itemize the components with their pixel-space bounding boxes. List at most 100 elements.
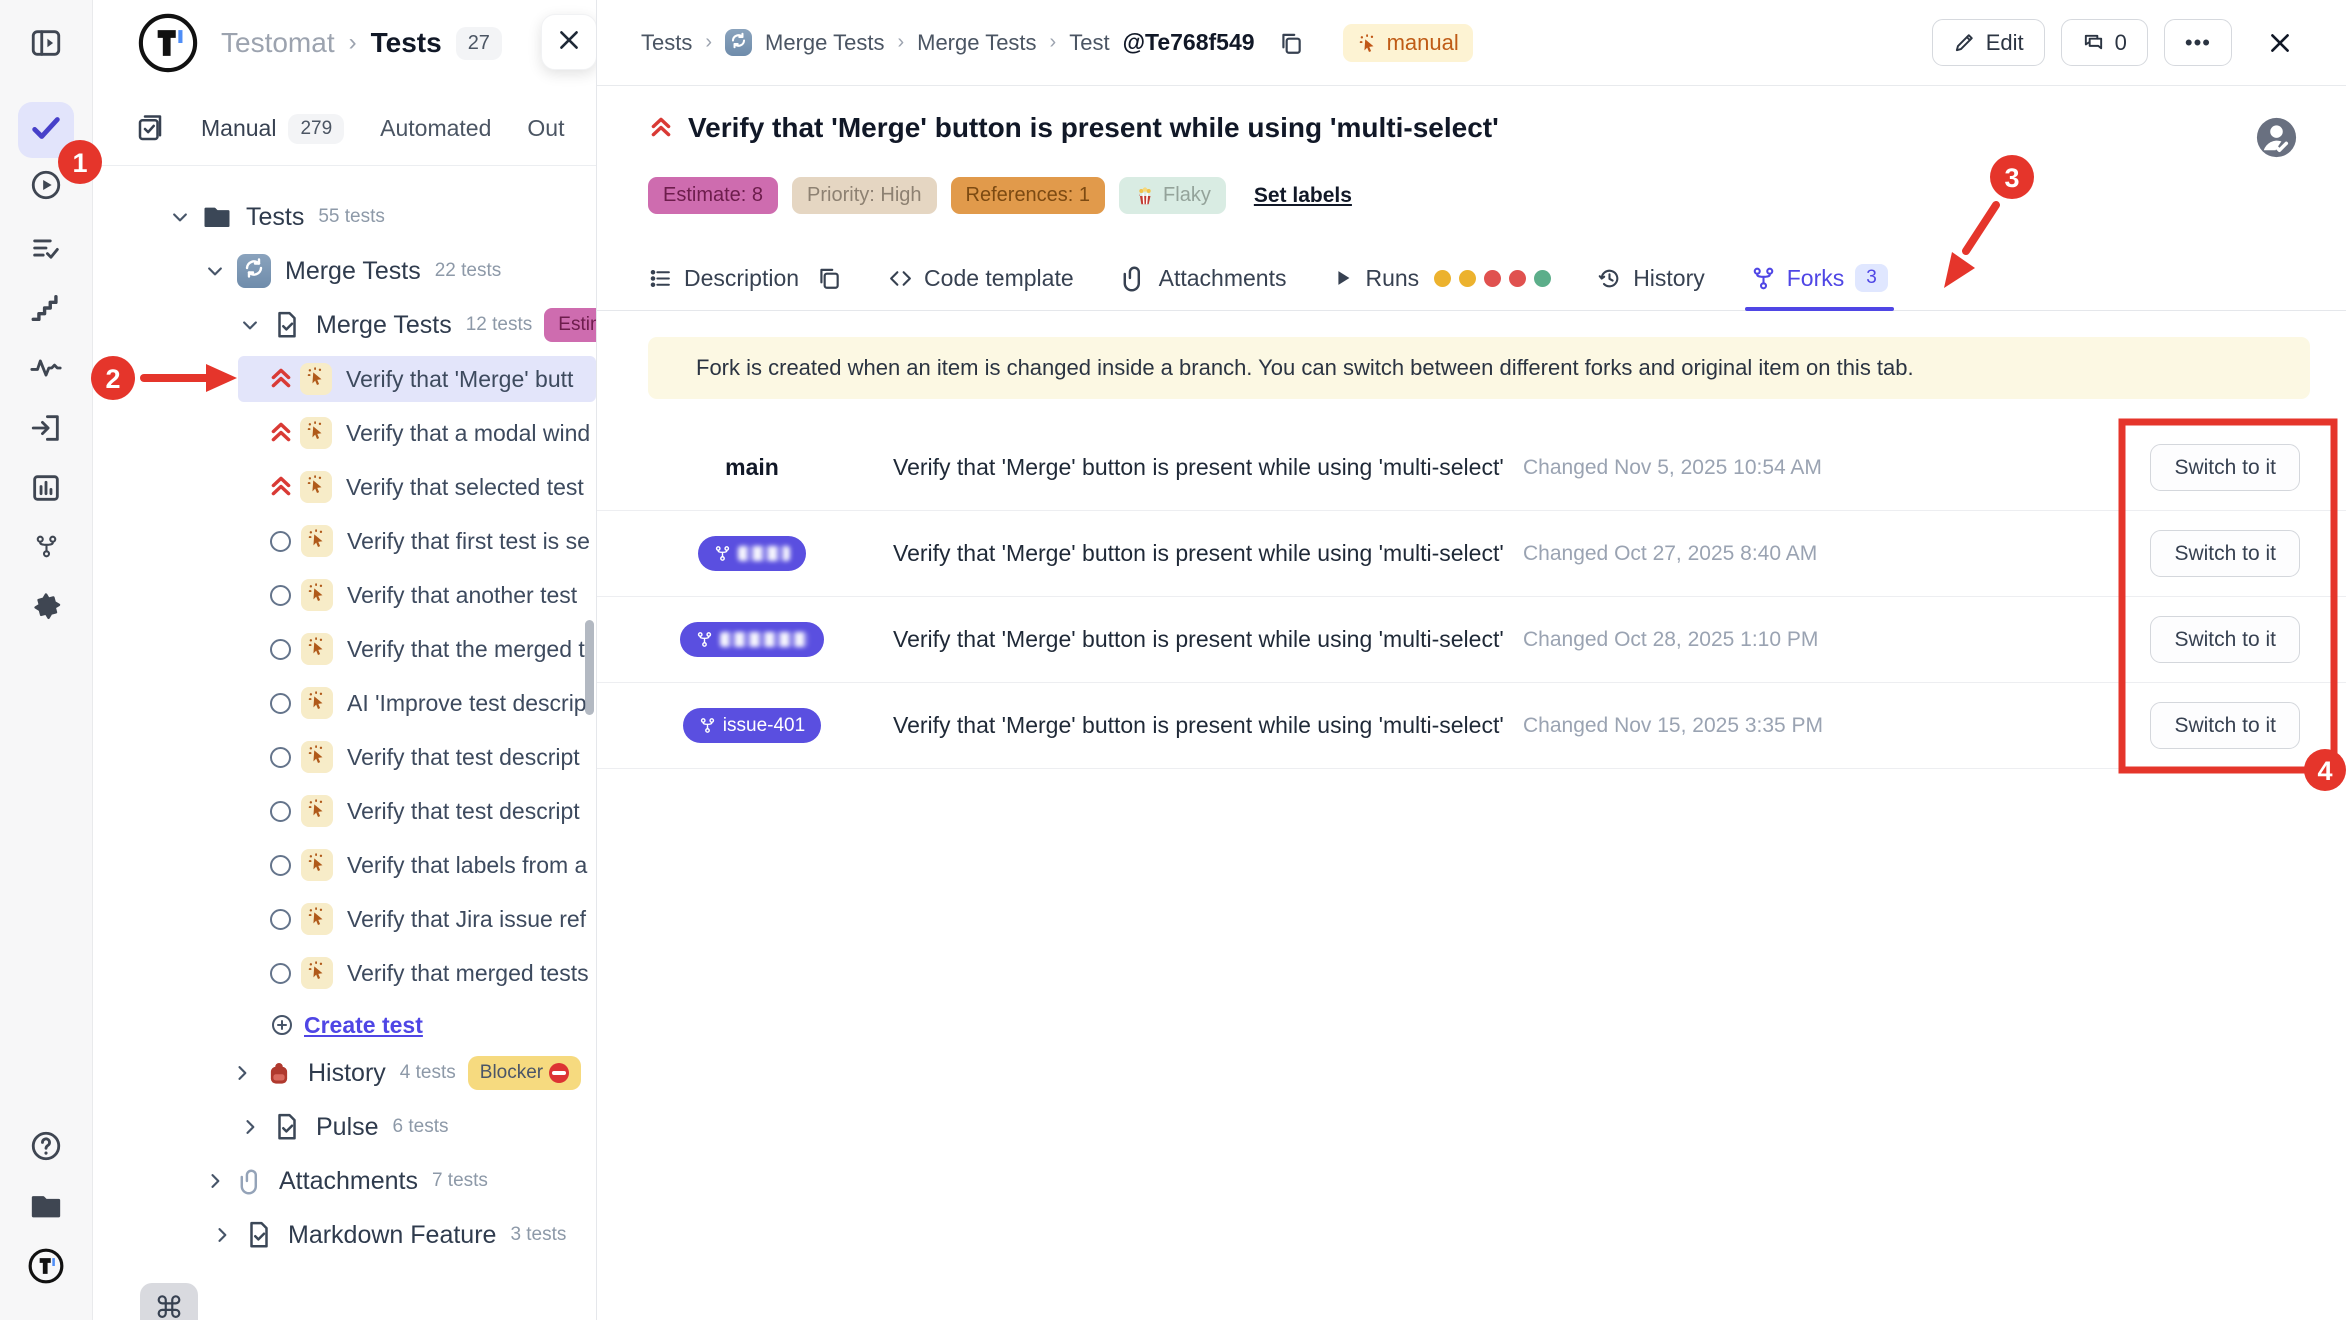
sidebar-item-pulse[interactable] xyxy=(18,342,74,398)
tree-close-button[interactable] xyxy=(541,14,597,70)
tree-node-label: Markdown Feature xyxy=(288,1221,496,1250)
tree-node-test[interactable]: Verify that merged tests xyxy=(93,946,596,1000)
backpack-icon xyxy=(264,1058,294,1088)
tree-node-pulse[interactable]: Pulse 6 tests xyxy=(93,1100,596,1154)
status-circle-icon xyxy=(270,585,291,606)
tree-node-test[interactable]: Verify that Jira issue ref xyxy=(93,892,596,946)
run-dot xyxy=(1459,270,1476,287)
sidebar-item-analytics[interactable] xyxy=(18,462,74,518)
detail-close-button[interactable] xyxy=(2260,23,2300,63)
copy-icon[interactable] xyxy=(1278,30,1304,56)
branch-badge[interactable] xyxy=(698,536,806,571)
fork-icon xyxy=(714,545,731,562)
crumb-tests[interactable]: Tests xyxy=(641,30,692,56)
chevron-right-icon[interactable] xyxy=(205,1171,225,1191)
sidebar-item-logo[interactable] xyxy=(18,1240,74,1296)
filter-list-icon[interactable] xyxy=(135,114,165,144)
branch-badge[interactable]: issue-401 xyxy=(683,708,821,743)
tests-count-badge: 27 xyxy=(456,27,502,60)
testomat-logo[interactable] xyxy=(137,12,199,74)
switch-to-it-button[interactable]: Switch to it xyxy=(2150,530,2300,577)
switch-to-it-button[interactable]: Switch to it xyxy=(2150,702,2300,749)
sidebar-item-projects[interactable] xyxy=(18,1180,74,1236)
comments-button[interactable]: 0 xyxy=(2061,19,2148,66)
estimate-badge: Estimate: 8 xyxy=(648,177,778,214)
chevron-right-icon[interactable] xyxy=(212,1225,232,1245)
tab-outdated[interactable]: Out xyxy=(527,115,564,142)
tree-node-test[interactable]: Verify that selected test xyxy=(93,460,596,514)
tree-node-test[interactable]: AI 'Improve test descrip xyxy=(93,676,596,730)
chevron-down-icon[interactable] xyxy=(240,315,260,335)
tree-node-tests[interactable]: Tests 55 tests xyxy=(93,190,596,244)
tree-node-attachments[interactable]: Attachments 7 tests xyxy=(93,1154,596,1208)
command-key-button[interactable]: ⌘ xyxy=(140,1283,198,1320)
sidebar-item-help[interactable] xyxy=(18,1120,74,1176)
branch-badge[interactable] xyxy=(680,622,824,657)
breadcrumb-app[interactable]: Testomat xyxy=(221,27,335,59)
run-dot xyxy=(1534,270,1551,287)
tab-runs[interactable]: Runs xyxy=(1332,246,1551,310)
tree-node-label: Tests xyxy=(246,203,304,232)
tree-node-merge-tests-suite[interactable]: Merge Tests 12 tests Estima xyxy=(93,298,596,352)
chevron-down-icon[interactable] xyxy=(170,207,190,227)
chevron-down-icon[interactable] xyxy=(205,261,225,281)
crumb-merge-tests[interactable]: Merge Tests xyxy=(765,30,884,56)
manual-badge: manual xyxy=(1343,24,1473,62)
paperclip-icon xyxy=(237,1167,265,1195)
tab-forks[interactable]: Forks 3 xyxy=(1751,246,1888,310)
breadcrumb-section[interactable]: Tests xyxy=(371,27,442,59)
switch-to-it-button[interactable]: Switch to it xyxy=(2150,444,2300,491)
tab-description[interactable]: Description xyxy=(648,246,842,310)
tree-node-test[interactable]: Verify that another test xyxy=(93,568,596,622)
tree-header: Testomat › Tests 27 xyxy=(93,0,596,86)
breadcrumb-separator: › xyxy=(349,29,357,57)
sidebar-item-runs[interactable] xyxy=(18,159,74,215)
crumb-merge-tests-2[interactable]: Merge Tests xyxy=(917,30,1036,56)
copy-icon[interactable] xyxy=(816,265,842,291)
tree-node-test[interactable]: Verify that the merged t xyxy=(93,622,596,676)
branch-main-label: main xyxy=(725,454,779,481)
sidebar-item-plans[interactable] xyxy=(18,222,74,278)
run-dot xyxy=(1509,270,1526,287)
icon-sidebar xyxy=(0,0,93,1320)
edit-button[interactable]: Edit xyxy=(1932,19,2045,66)
chevron-right-icon[interactable] xyxy=(232,1063,252,1083)
priority-high-icon xyxy=(268,365,292,393)
tree-node-merge-tests[interactable]: Merge Tests 22 tests xyxy=(93,244,596,298)
fork-icon xyxy=(699,717,716,734)
panel-toggle-icon[interactable] xyxy=(18,17,74,73)
stairs-icon xyxy=(29,291,63,330)
tree-node-test[interactable]: Verify that first test is se xyxy=(93,514,596,568)
tab-manual[interactable]: Manual 279 xyxy=(201,114,344,144)
more-button[interactable]: ••• xyxy=(2164,19,2232,66)
sidebar-item-import[interactable] xyxy=(18,402,74,458)
sidebar-item-steps[interactable] xyxy=(18,282,74,338)
plus-circle-icon xyxy=(270,1013,294,1037)
tree-node-test-selected[interactable]: Verify that 'Merge' butt xyxy=(93,352,596,406)
create-test-row[interactable]: Create test xyxy=(93,998,596,1052)
tree-node-label: Verify that merged tests xyxy=(347,960,589,987)
tab-code-template[interactable]: Code template xyxy=(888,246,1074,310)
tree-node-test[interactable]: Verify that test descript xyxy=(93,730,596,784)
sidebar-item-settings[interactable] xyxy=(18,582,74,638)
chevron-right-icon[interactable] xyxy=(240,1117,260,1137)
tree-node-test[interactable]: Verify that test descript xyxy=(93,784,596,838)
manual-test-icon xyxy=(301,525,333,557)
tab-automated[interactable]: Automated xyxy=(380,115,491,142)
create-test-link[interactable]: Create test xyxy=(304,1012,423,1039)
tree-node-markdown[interactable]: Markdown Feature 3 tests xyxy=(93,1208,596,1262)
tree-node-test[interactable]: Verify that a modal wind xyxy=(93,406,596,460)
fork-icon xyxy=(1751,266,1776,291)
tab-attachments[interactable]: Attachments xyxy=(1120,246,1287,310)
assignee-avatar[interactable] xyxy=(2253,114,2300,161)
tree-scrollbar[interactable] xyxy=(585,620,594,715)
tree-node-test[interactable]: Verify that labels from a xyxy=(93,838,596,892)
tree-node-history[interactable]: History 4 tests Blocker xyxy=(93,1046,596,1100)
document-icon xyxy=(272,1112,302,1142)
set-labels-link[interactable]: Set labels xyxy=(1254,184,1352,208)
switch-to-it-button[interactable]: Switch to it xyxy=(2150,616,2300,663)
sidebar-item-tests[interactable] xyxy=(18,102,74,158)
tab-history[interactable]: History xyxy=(1597,246,1705,310)
detail-top-bar: Tests › Merge Tests › Merge Tests › Test… xyxy=(597,0,2346,86)
sidebar-item-branches[interactable] xyxy=(18,521,74,577)
